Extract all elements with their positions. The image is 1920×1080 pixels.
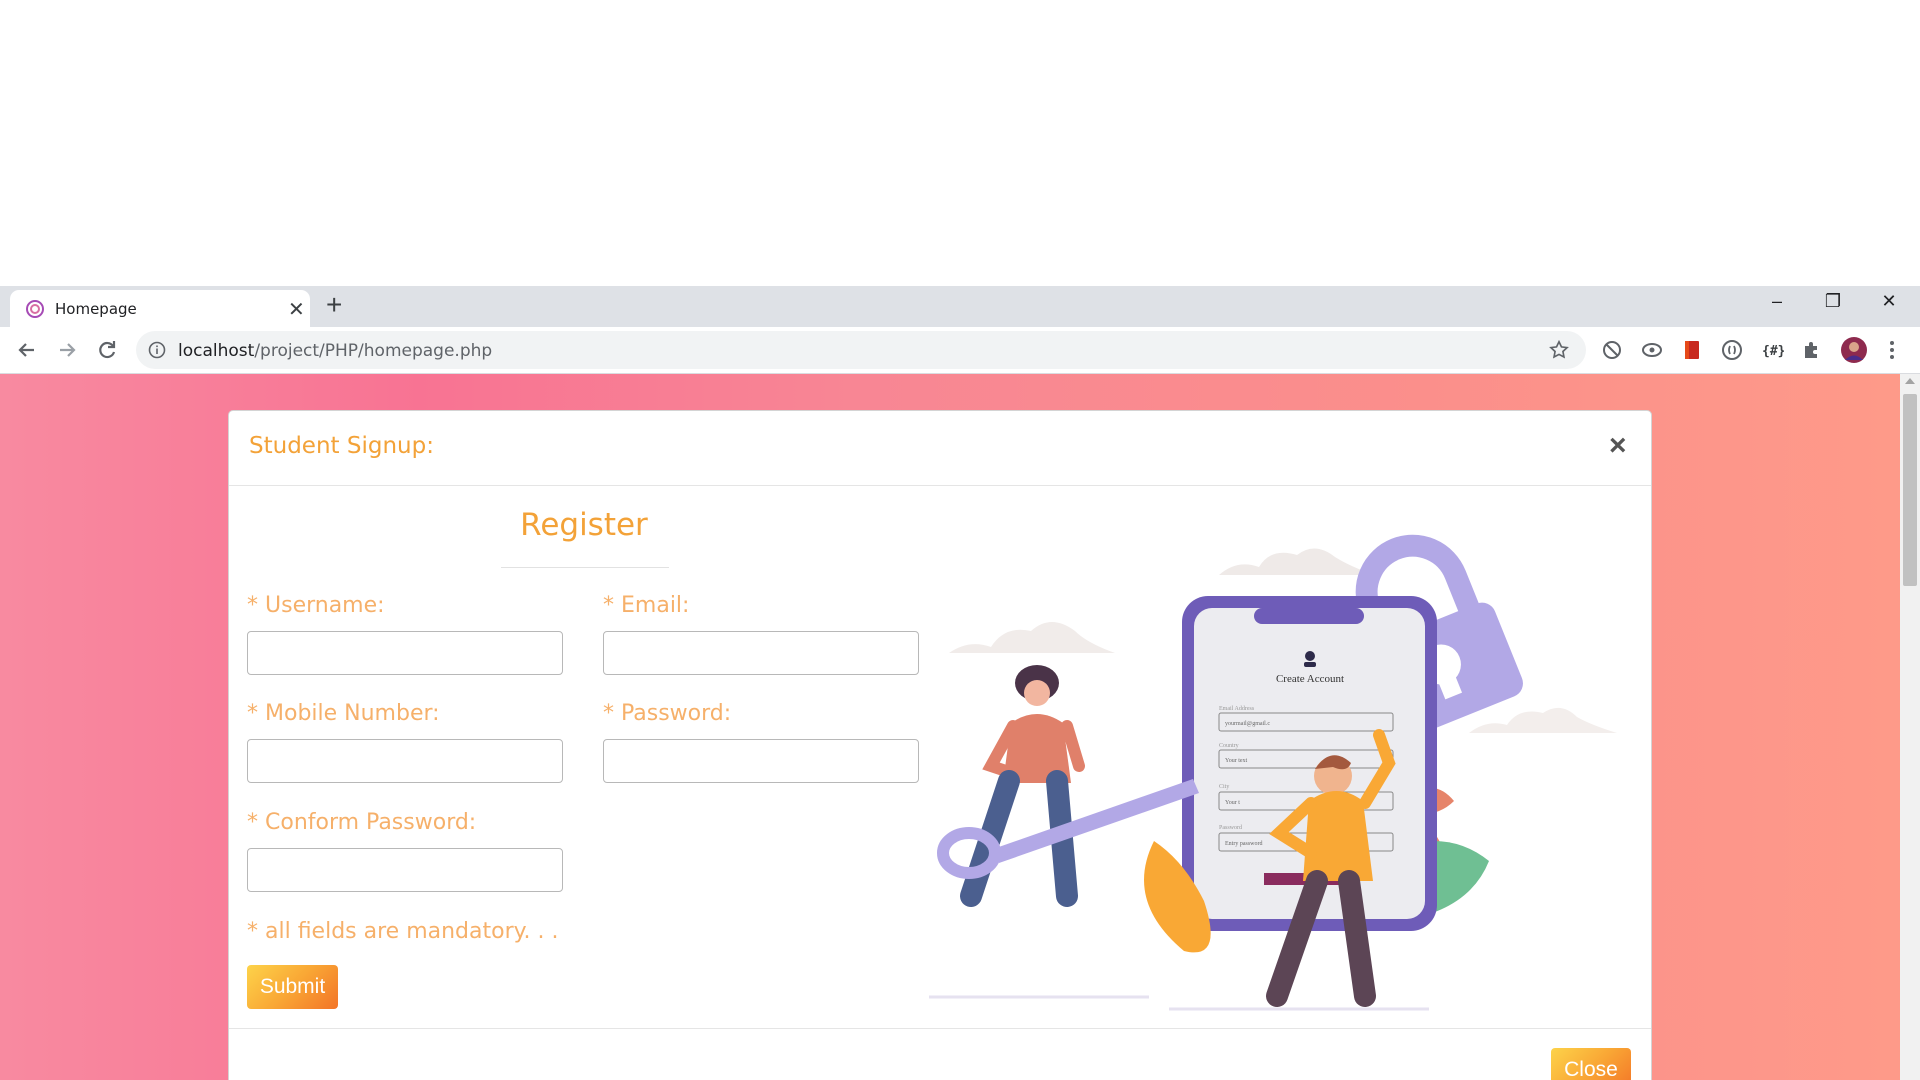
forward-arrow-icon[interactable] bbox=[54, 337, 80, 363]
required-marker: * bbox=[247, 593, 258, 618]
scroll-up-arrow-icon[interactable] bbox=[1905, 378, 1915, 384]
tab-title: Homepage bbox=[55, 300, 137, 318]
address-bar[interactable]: localhost/project/PHP/homepage.php bbox=[136, 331, 1586, 369]
profile-avatar[interactable] bbox=[1840, 336, 1868, 364]
site-favicon-icon bbox=[26, 300, 44, 318]
confirm-password-label: * Conform Password: bbox=[247, 810, 477, 835]
svg-text:Entry password: Entry password bbox=[1225, 841, 1263, 847]
eye-extension-icon[interactable] bbox=[1640, 338, 1664, 362]
site-info-icon[interactable] bbox=[148, 341, 166, 359]
email-label: * Email: bbox=[603, 593, 690, 618]
modal-close-icon[interactable]: × bbox=[1609, 429, 1627, 463]
svg-text:Password: Password bbox=[1219, 825, 1242, 831]
bracket-circle-extension-icon[interactable] bbox=[1720, 338, 1744, 362]
register-heading: Register bbox=[520, 507, 648, 543]
password-label: * Password: bbox=[603, 701, 732, 726]
back-arrow-icon[interactable] bbox=[14, 337, 40, 363]
svg-text:{#}: {#} bbox=[1762, 344, 1784, 359]
restore-icon[interactable]: ❐ bbox=[1810, 286, 1856, 316]
signup-modal: Student Signup: × Register * Username: *… bbox=[228, 410, 1652, 1080]
modal-header: Student Signup: × bbox=[229, 411, 1651, 486]
modal-footer-divider bbox=[229, 1028, 1651, 1029]
reload-icon[interactable] bbox=[94, 337, 120, 363]
signup-illustration: Create Account Email Address yourmail@gm… bbox=[929, 534, 1617, 1011]
page-scrollbar[interactable] bbox=[1900, 374, 1920, 1080]
browser-toolbar: localhost/project/PHP/homepage.php {#} bbox=[0, 327, 1920, 374]
svg-text:Email Address: Email Address bbox=[1219, 706, 1255, 712]
username-label: * Username: bbox=[247, 593, 385, 618]
red-book-extension-icon[interactable] bbox=[1680, 338, 1704, 362]
minimize-icon[interactable]: – bbox=[1754, 286, 1800, 316]
new-tab-plus-icon[interactable]: + bbox=[326, 289, 342, 321]
close-button[interactable]: Close bbox=[1551, 1048, 1631, 1080]
block-extension-icon[interactable] bbox=[1600, 338, 1624, 362]
bookmark-star-icon[interactable] bbox=[1548, 339, 1570, 361]
required-marker: * bbox=[603, 701, 614, 726]
modal-title: Student Signup: bbox=[249, 433, 434, 459]
required-marker: * bbox=[247, 810, 258, 835]
extensions-puzzle-icon[interactable] bbox=[1800, 338, 1824, 362]
browser-menu-icon[interactable] bbox=[1880, 338, 1904, 362]
mobile-number-input[interactable] bbox=[247, 739, 563, 783]
url-text[interactable]: localhost/project/PHP/homepage.php bbox=[178, 341, 492, 361]
username-input[interactable] bbox=[247, 631, 563, 675]
submit-button[interactable]: Submit bbox=[247, 965, 338, 1009]
window-close-icon[interactable]: ✕ bbox=[1866, 286, 1912, 316]
heading-divider bbox=[501, 567, 669, 568]
mobile-number-label: * Mobile Number: bbox=[247, 701, 440, 726]
required-marker: * bbox=[603, 593, 614, 618]
email-input[interactable] bbox=[603, 631, 919, 675]
page-viewport: Student Signup: × Register * Username: *… bbox=[0, 374, 1900, 1080]
svg-text:Your text: Your text bbox=[1225, 758, 1248, 764]
tab-homepage[interactable]: Homepage ✕ bbox=[10, 290, 310, 327]
mandatory-note: * all fields are mandatory. . . bbox=[247, 919, 559, 944]
json-extension-icon[interactable]: {#} bbox=[1760, 338, 1784, 362]
password-input[interactable] bbox=[603, 739, 919, 783]
svg-text:Your t: Your t bbox=[1225, 800, 1240, 806]
svg-text:City: City bbox=[1219, 784, 1229, 790]
confirm-password-input[interactable] bbox=[247, 848, 563, 892]
svg-text:Country: Country bbox=[1219, 743, 1239, 749]
phone-heading: Create Account bbox=[1276, 673, 1344, 685]
tab-strip: Homepage ✕ + – ❐ ✕ bbox=[0, 286, 1920, 327]
tab-close-icon[interactable]: ✕ bbox=[288, 297, 305, 322]
required-marker: * bbox=[247, 701, 258, 726]
svg-text:yourmail@gmail.c: yourmail@gmail.c bbox=[1225, 721, 1270, 727]
scrollbar-thumb[interactable] bbox=[1903, 394, 1917, 586]
